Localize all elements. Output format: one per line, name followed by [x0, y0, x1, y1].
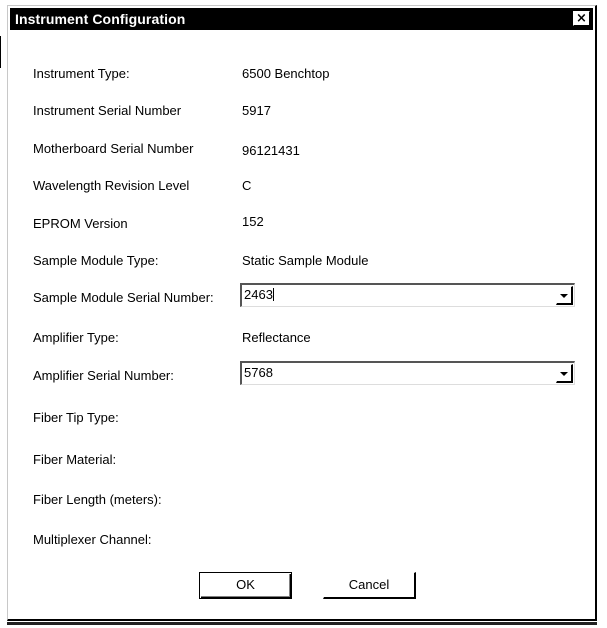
multiplexer-channel-row: Multiplexer Channel: — [8, 528, 595, 552]
fiber-length-row: Fiber Length (meters): — [8, 488, 595, 512]
sample-module-type-value: Static Sample Module — [242, 253, 369, 268]
instrument-type-label: Instrument Type: — [33, 66, 130, 81]
close-button[interactable]: × — [573, 11, 590, 26]
instrument-serial-row: Instrument Serial Number 5917 — [8, 99, 595, 123]
motherboard-serial-label: Motherboard Serial Number — [33, 141, 194, 156]
motherboard-serial-value: 96121431 — [242, 143, 300, 158]
chevron-down-icon — [560, 294, 568, 298]
eprom-version-row: EPROM Version 152 — [8, 212, 595, 236]
multiplexer-channel-label: Multiplexer Channel: — [33, 532, 152, 547]
eprom-version-label: EPROM Version — [33, 216, 128, 231]
window-title: Instrument Configuration — [15, 11, 186, 27]
eprom-version-value: 152 — [242, 214, 264, 229]
amplifier-serial-input[interactable]: 5768 — [244, 365, 273, 380]
cancel-button[interactable]: Cancel — [323, 572, 416, 599]
sample-module-serial-value: 2463 — [244, 287, 273, 302]
wavelength-revision-row: Wavelength Revision Level C — [8, 174, 595, 198]
amplifier-type-label: Amplifier Type: — [33, 330, 119, 345]
instrument-serial-value: 5917 — [242, 103, 271, 118]
sample-module-type-label: Sample Module Type: — [33, 253, 159, 268]
amplifier-serial-combobox[interactable]: 5768 — [240, 361, 575, 385]
sample-module-serial-label: Sample Module Serial Number: — [33, 290, 214, 305]
wavelength-revision-label: Wavelength Revision Level — [33, 178, 190, 193]
sample-module-serial-row: Sample Module Serial Number: 2463 — [8, 283, 595, 307]
instrument-type-row: Instrument Type: 6500 Benchtop — [8, 62, 595, 86]
amplifier-serial-label: Amplifier Serial Number: — [33, 368, 174, 383]
text-caret — [272, 288, 274, 301]
motherboard-serial-row: Motherboard Serial Number 96121431 — [8, 137, 595, 161]
amplifier-serial-row: Amplifier Serial Number: 5768 — [8, 361, 595, 385]
title-bar[interactable]: Instrument Configuration × — [10, 8, 593, 30]
sample-module-type-row: Sample Module Type: Static Sample Module — [8, 249, 595, 273]
amplifier-type-value: Reflectance — [242, 330, 311, 345]
amplifier-serial-dropdown-button[interactable] — [556, 364, 573, 383]
amplifier-type-row: Amplifier Type: Reflectance — [8, 326, 595, 350]
instrument-configuration-dialog: Instrument Configuration × Instrument Ty… — [7, 5, 597, 621]
fiber-tip-type-row: Fiber Tip Type: — [8, 406, 595, 430]
fiber-material-label: Fiber Material: — [33, 452, 117, 467]
fiber-tip-type-label: Fiber Tip Type: — [33, 410, 119, 425]
fiber-material-row: Fiber Material: — [8, 448, 595, 472]
sample-module-serial-input[interactable]: 2463 — [244, 287, 274, 302]
fiber-length-label: Fiber Length (meters): — [33, 492, 162, 507]
chevron-down-icon — [560, 372, 568, 376]
close-icon: × — [576, 11, 587, 26]
sample-module-serial-dropdown-button[interactable] — [556, 286, 573, 305]
wavelength-revision-value: C — [242, 178, 252, 193]
ok-button[interactable]: OK — [199, 572, 292, 599]
instrument-type-value: 6500 Benchtop — [242, 66, 330, 81]
background-window-edge — [0, 36, 7, 68]
instrument-serial-label: Instrument Serial Number — [33, 103, 182, 118]
background-window-edge-bottom — [7, 622, 597, 625]
sample-module-serial-combobox[interactable]: 2463 — [240, 283, 575, 307]
